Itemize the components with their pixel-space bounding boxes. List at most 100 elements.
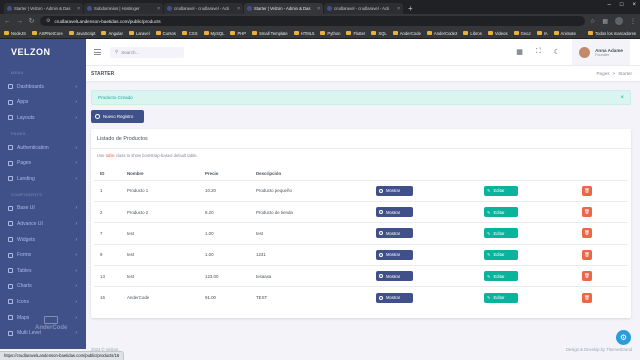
hamburger-menu-icon[interactable] [94,49,101,55]
show-button[interactable]: Mostrar [376,292,413,303]
bookmark-label: Animate [560,30,576,36]
folder-icon [371,31,377,35]
bookmark-item[interactable]: MySQL [203,31,224,36]
chevron-right-icon: › [75,175,77,182]
sidebar-item-advance-ui[interactable]: Advance UI › [0,216,86,232]
edit-button[interactable]: ✎ Editar [484,249,518,260]
tab-close-icon[interactable]: × [157,6,160,12]
action-cell: 🗑 [576,222,628,245]
sidebar-item-widgets[interactable]: Widgets › [0,232,86,248]
new-record-button[interactable]: Nuevo Registro [91,110,144,123]
bookmark-item[interactable]: PHP [230,31,246,36]
close-icon[interactable]: × [620,95,624,101]
fullscreen-icon[interactable]: ⛶ [536,48,541,56]
app-logo[interactable]: VELZON [0,39,86,65]
bookmark-item[interactable]: AnderCode [392,31,421,36]
browser-tab[interactable]: crudlaravel - crudlaravel - Acti × [324,3,403,14]
tab-close-icon[interactable]: × [77,6,80,12]
sidebar-item-icons[interactable]: Icons › [0,294,86,310]
bookmark-item[interactable]: GeoJ [513,31,531,36]
profile-avatar[interactable] [615,17,623,25]
show-button[interactable]: Mostrar [376,228,413,239]
bookmark-item[interactable]: Angular [101,31,123,36]
sidebar-item-base-ui[interactable]: Base UI › [0,201,86,217]
edit-button[interactable]: ✎ Editar [484,185,518,196]
edit-button[interactable]: ✎ Editar [484,228,518,239]
show-button[interactable]: Mostrar [376,271,413,282]
browser-menu-icon[interactable]: ⋮ [630,18,636,25]
extensions-icon[interactable]: ▦ [602,18,608,25]
delete-button[interactable]: 🗑 [582,185,592,196]
sidebar-item-dashboards[interactable]: Dashboards › [0,79,86,95]
bookmark-item[interactable]: JavaScript [68,31,95,36]
sidebar-item-charts[interactable]: Charts › [0,279,86,295]
delete-button[interactable]: 🗑 [582,249,592,260]
user-name: Anna Adame [595,47,623,53]
delete-button[interactable]: 🗑 [582,271,592,282]
sidebar-item-tables[interactable]: Tables › [0,263,86,279]
dark-mode-moon-icon[interactable]: ☾ [554,48,560,56]
show-button[interactable]: Mostrar [376,249,413,260]
bookmark-item[interactable]: AnderCode2 [426,31,457,36]
back-icon[interactable]: ← [4,18,11,25]
bookmark-item[interactable]: Animate [553,30,576,36]
bookmark-item[interactable]: Videos [487,31,508,36]
bookmark-item[interactable]: IA [536,31,548,36]
products-table: ID Nombre Precio Descripción 1 Producto 1 10.… [94,167,628,309]
bookmark-item[interactable]: Python [320,31,340,36]
all-bookmarks-folder[interactable]: Todos los marcadores [588,31,636,36]
breadcrumb-pages[interactable]: Pages [596,71,609,76]
sidebar-item-pages[interactable]: Pages › [0,155,86,171]
bookmark-label: Libros [470,30,482,36]
browser-tab[interactable]: crudlaravel - crudlaravel - Acti × [164,3,243,14]
edit-button[interactable]: ✎ Editar [484,271,518,282]
close-window-icon[interactable]: × [632,2,636,8]
bookmark-item[interactable]: ASPNetCore [31,31,63,36]
tab-close-icon[interactable]: × [397,6,400,12]
tab-close-icon[interactable]: × [237,6,240,12]
settings-gear-icon[interactable]: ⚙ [616,330,631,345]
bookmark-item[interactable]: CSS [181,31,198,36]
reload-icon[interactable]: ↻ [28,17,35,25]
delete-button[interactable]: 🗑 [582,228,592,239]
sidebar-item-landing[interactable]: Landing › [0,171,86,187]
bookmark-item[interactable]: Laravel [128,31,150,36]
site-info-icon[interactable]: ⚙ [46,18,50,24]
bookmark-item[interactable]: Flutter [346,31,365,36]
sidebar-item-forms[interactable]: Forms › [0,247,86,263]
bookmark-item[interactable]: HTML5 [293,31,314,36]
forward-icon[interactable]: → [16,18,23,25]
maximize-icon[interactable]: □ [620,2,624,8]
search-input[interactable]: ⚲ Search... [110,46,184,58]
bookmark-item[interactable]: Libros [463,30,482,36]
delete-button[interactable]: 🗑 [582,207,592,218]
bookmark-item[interactable]: Small Template [252,31,288,36]
folder-icon [553,31,559,35]
show-button[interactable]: Mostrar [376,207,413,218]
edit-button[interactable]: ✎ Editar [484,207,518,218]
bookmark-item[interactable]: SQL [371,31,387,36]
bookmark-item[interactable]: Cursos [155,31,176,36]
bookmark-star-icon[interactable]: ☆ [590,18,595,25]
eye-icon [379,210,383,215]
url-field[interactable]: ⚙ crudlaravelLandenson-baetidas.com/publ… [40,16,585,26]
new-tab-icon[interactable]: + [408,3,413,14]
edit-button[interactable]: ✎ Editar [484,292,518,303]
browser-tab[interactable]: Starter | Velzon - Admin & Das × [244,3,323,14]
user-dropdown[interactable]: Anna Adame Founder [572,39,630,65]
delete-button[interactable]: 🗑 [582,292,592,303]
sidebar-item-authentication[interactable]: Authentication › [0,140,86,156]
edit-label: Editar [493,209,505,215]
tab-close-icon[interactable]: × [317,6,320,12]
sidebar-item-apps[interactable]: Apps › [0,95,86,111]
browser-tab[interactable]: Starter | Velzon - Admin & Das × [4,3,83,14]
table-header-cell: ID [100,170,105,176]
sidebar-item-label: Authentication [17,144,49,151]
sidebar-nav: MENU Dashboards › Apps › Layouts › PAGES Authent… [0,65,86,341]
sidebar-item-layouts[interactable]: Layouts › [0,110,86,126]
grid-apps-icon[interactable]: ▦ [516,48,523,56]
bookmark-item[interactable]: NodeJS [4,31,26,36]
minimize-icon[interactable]: – [608,2,611,8]
browser-tab[interactable]: Subdominios | Hostinger × [84,3,163,14]
show-button[interactable]: Mostrar [376,185,413,196]
